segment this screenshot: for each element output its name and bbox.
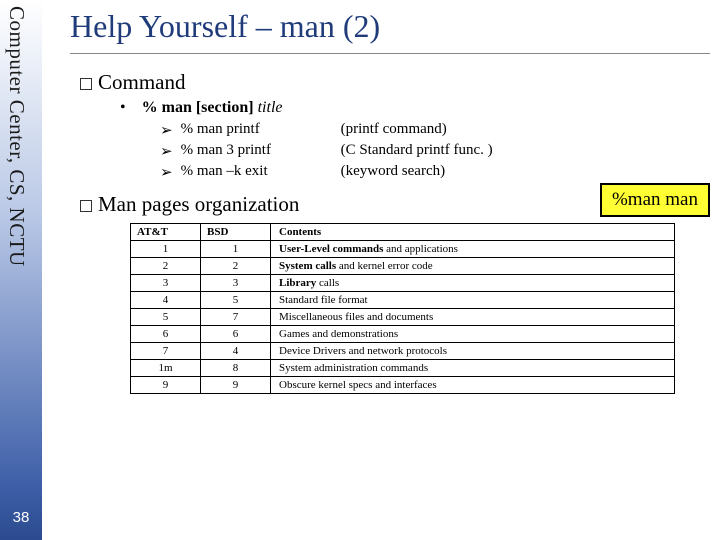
usage-prefix: % man <box>142 99 192 116</box>
cell-bsd: 2 <box>201 258 271 275</box>
section-command-heading: Command <box>80 70 710 95</box>
content-area: Help Yourself – man (2) Command % man [s… <box>70 8 710 532</box>
man-sections-table: AT&T BSD Contents 11User-Level commands … <box>130 223 675 394</box>
example-list: ➢ % man printf(printf command) ➢ % man 3 pr… <box>70 121 710 182</box>
col-header-bsd: BSD <box>201 224 271 241</box>
sidebar: Computer Center, CS, NCTU 38 <box>0 0 42 540</box>
cell-att: 7 <box>131 343 201 360</box>
table-row: 33Library calls <box>131 275 675 292</box>
cell-bsd: 7 <box>201 309 271 326</box>
example-cmd: % man 3 printf <box>181 142 341 161</box>
usage-italic: title <box>258 99 283 116</box>
cell-contents: Device Drivers and network protocols <box>271 343 675 360</box>
cell-att: 2 <box>131 258 201 275</box>
example-cmd: % man printf <box>181 121 341 140</box>
square-bullet-icon <box>80 78 92 90</box>
example-desc: (keyword search) <box>341 163 446 182</box>
col-header-contents: Contents <box>271 224 675 241</box>
cell-contents: Obscure kernel specs and interfaces <box>271 377 675 394</box>
usage-line: % man [section] title <box>120 99 710 117</box>
command-heading-text: Command <box>98 70 186 94</box>
slide: Computer Center, CS, NCTU 38 Help Yourse… <box>0 0 720 540</box>
cell-att: 3 <box>131 275 201 292</box>
cell-att: 4 <box>131 292 201 309</box>
cell-bsd: 8 <box>201 360 271 377</box>
table-row: 11User-Level commands and applications <box>131 241 675 258</box>
slide-title: Help Yourself – man (2) <box>70 8 710 54</box>
cell-bsd: 6 <box>201 326 271 343</box>
table-header-row: AT&T BSD Contents <box>131 224 675 241</box>
cell-bsd: 9 <box>201 377 271 394</box>
cell-att: 6 <box>131 326 201 343</box>
square-bullet-icon <box>80 200 92 212</box>
example-row: ➢ % man 3 printf(C Standard printf func. … <box>160 142 710 161</box>
page-number: 38 <box>0 509 42 526</box>
table-row: 66Games and demonstrations <box>131 326 675 343</box>
cell-bsd: 1 <box>201 241 271 258</box>
cell-att: 1m <box>131 360 201 377</box>
callout-box: %man man <box>600 183 710 217</box>
cell-contents: Standard file format <box>271 292 675 309</box>
col-header-att: AT&T <box>131 224 201 241</box>
cell-att: 5 <box>131 309 201 326</box>
example-cmd: % man –k exit <box>181 163 341 182</box>
cell-contents: Games and demonstrations <box>271 326 675 343</box>
triangle-bullet-icon: ➢ <box>160 163 173 182</box>
table-body: 11User-Level commands and applications22… <box>131 241 675 394</box>
cell-contents: System administration commands <box>271 360 675 377</box>
example-row: ➢ % man –k exit(keyword search) <box>160 163 710 182</box>
example-desc: (printf command) <box>341 121 447 140</box>
example-desc: (C Standard printf func. ) <box>341 142 493 161</box>
usage-bracket: [section] <box>196 99 254 116</box>
cell-contents: System calls and kernel error code <box>271 258 675 275</box>
cell-contents: Miscellaneous files and documents <box>271 309 675 326</box>
cell-bsd: 5 <box>201 292 271 309</box>
table-row: 99Obscure kernel specs and interfaces <box>131 377 675 394</box>
triangle-bullet-icon: ➢ <box>160 121 173 140</box>
cell-att: 9 <box>131 377 201 394</box>
table-row: 57Miscellaneous files and documents <box>131 309 675 326</box>
table-row: 74Device Drivers and network protocols <box>131 343 675 360</box>
triangle-bullet-icon: ➢ <box>160 142 173 161</box>
cell-att: 1 <box>131 241 201 258</box>
table-row: 45Standard file format <box>131 292 675 309</box>
cell-bsd: 3 <box>201 275 271 292</box>
example-row: ➢ % man printf(printf command) <box>160 121 710 140</box>
org-heading-text: Man pages organization <box>98 192 299 216</box>
sidebar-org-label: Computer Center, CS, NCTU <box>4 6 29 267</box>
cell-contents: User-Level commands and applications <box>271 241 675 258</box>
table-row: 1m8System administration commands <box>131 360 675 377</box>
table-row: 22System calls and kernel error code <box>131 258 675 275</box>
cell-contents: Library calls <box>271 275 675 292</box>
cell-bsd: 4 <box>201 343 271 360</box>
